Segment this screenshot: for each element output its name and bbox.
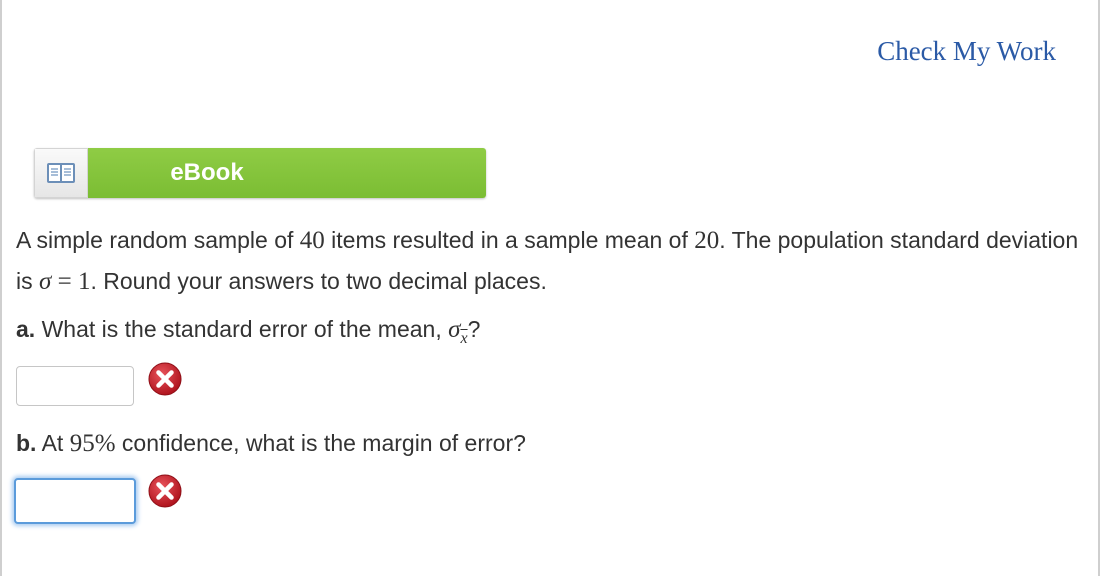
question-text-2: items resulted in a sample mean of (324, 227, 695, 253)
ebook-bar[interactable]: eBook (88, 148, 486, 198)
part-a-letter: a. (16, 316, 36, 342)
part-b-answer-input[interactable] (14, 478, 136, 524)
ebook-label: eBook (170, 159, 244, 186)
part-a-text: What is the standard error of the mean, (35, 316, 449, 342)
incorrect-x-icon (148, 362, 182, 396)
sigma-symbol: σ (39, 268, 52, 295)
confidence-level: 95% (69, 430, 116, 457)
question-text-4: . Round your answers to two decimal plac… (90, 268, 547, 294)
part-a-end: ? (467, 316, 481, 342)
part-b-text-1: At (36, 430, 70, 456)
part-b-question: b. At 95% confidence, what is the margin… (16, 430, 526, 458)
sample-size: 40 (299, 227, 325, 254)
part-a-subscript: x (460, 330, 468, 347)
ebook-icon-box (34, 148, 88, 198)
part-a-sigma: σ (448, 316, 461, 343)
sigma-value: = 1 (51, 268, 91, 295)
part-a-answer-input[interactable] (16, 366, 134, 406)
check-my-work-link[interactable]: Check My Work (877, 36, 1056, 67)
question-text-1: A simple random sample of (16, 227, 300, 253)
question-text: A simple random sample of 40 items resul… (16, 220, 1086, 302)
sample-mean: 20 (694, 227, 720, 254)
incorrect-x-icon (148, 474, 182, 508)
part-b-text-2: confidence, what is the margin of error? (115, 430, 526, 456)
ebook-button[interactable]: eBook (34, 148, 486, 198)
part-b-letter: b. (16, 430, 37, 456)
book-icon (47, 163, 75, 183)
part-a-question: a. What is the standard error of the mea… (16, 316, 481, 347)
